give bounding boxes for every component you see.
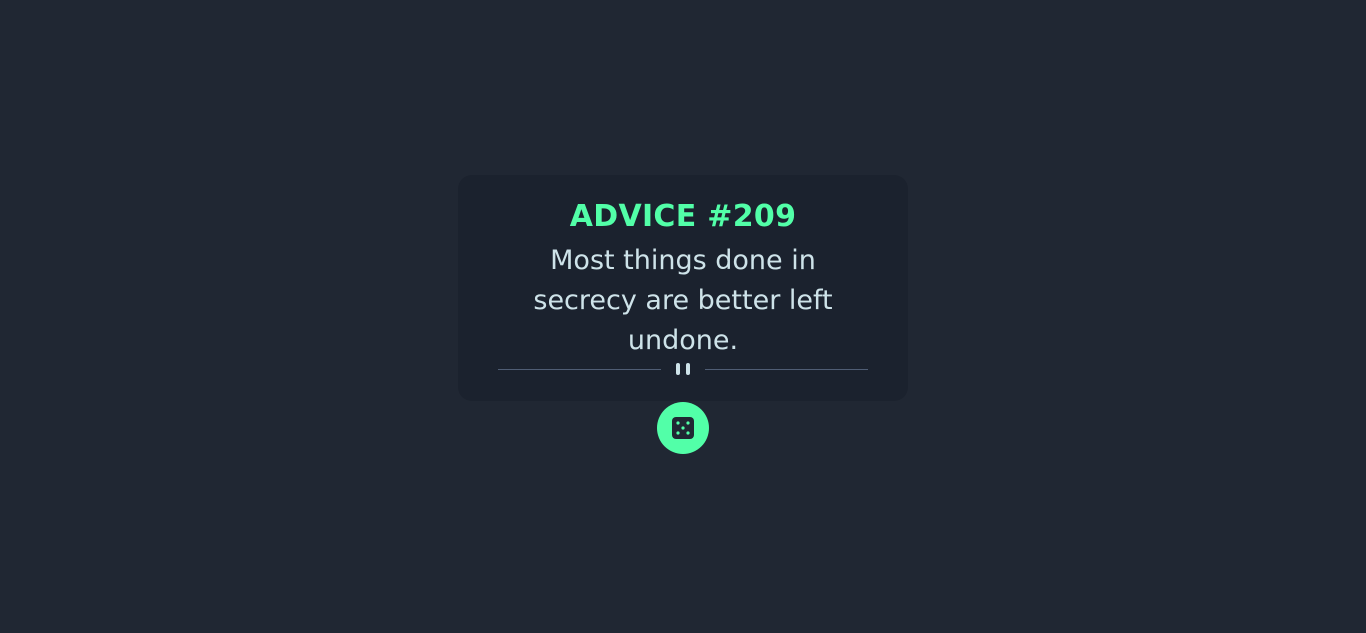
divider <box>498 363 868 375</box>
dice-icon <box>672 417 694 439</box>
pause-bar-left <box>676 363 680 375</box>
dice-button[interactable] <box>657 402 709 454</box>
divider-line-right <box>705 368 868 370</box>
advice-card: ADVICE #209 Most things done in secrecy … <box>458 175 908 401</box>
page: ADVICE #209 Most things done in secrecy … <box>0 0 1366 633</box>
pause-bar-right <box>686 363 690 375</box>
pause-icon <box>661 363 705 375</box>
divider-line-left <box>498 368 661 370</box>
advice-id: ADVICE #209 <box>569 199 797 234</box>
advice-text: Most things done in secrecy are better l… <box>533 245 833 356</box>
